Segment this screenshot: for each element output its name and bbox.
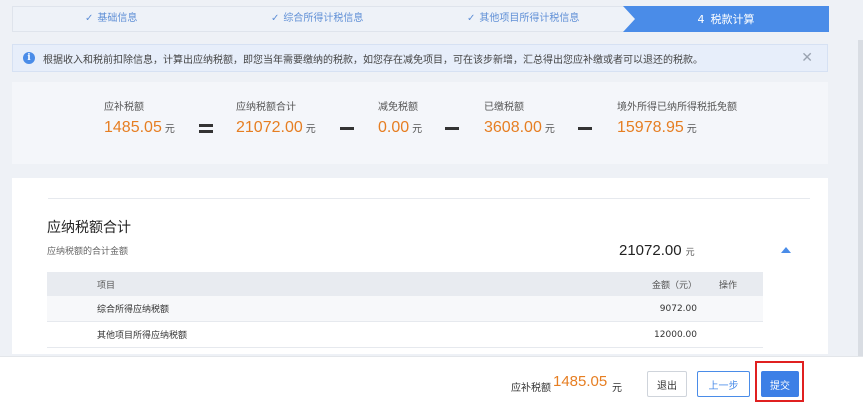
section-title: 应纳税额合计 xyxy=(47,220,131,236)
step-label: 基础信息 xyxy=(97,13,138,24)
check-icon: ✓ xyxy=(467,13,476,24)
summary-exemption: 减免税额 0.00 元 xyxy=(378,98,422,137)
header-operation: 操作 xyxy=(719,280,738,291)
summary-unit: 元 xyxy=(412,124,423,135)
check-icon: ✓ xyxy=(271,13,280,24)
step-comprehensive-income[interactable]: ✓ 综合所得计税信息 xyxy=(271,7,363,31)
table-row: 综合所得应纳税额 9072.00 xyxy=(47,296,763,322)
minus-sign xyxy=(445,127,459,130)
step-basic-info[interactable]: ✓ 基础信息 xyxy=(85,7,137,31)
summary-label: 应纳税额合计 xyxy=(236,102,296,113)
total-amount: 21072.00 xyxy=(619,242,682,259)
summary-value: 0.00 xyxy=(378,119,410,136)
footer-payable-amount: 1485.05 xyxy=(553,373,608,390)
minus-sign xyxy=(578,127,592,130)
summary-unit: 元 xyxy=(686,124,697,135)
tax-summary: 应补税额 1485.05 元 应纳税额合计 21072.00 元 减免税额 0.00… xyxy=(12,82,828,164)
summary-unit: 元 xyxy=(544,124,555,135)
row-name: 其他项目所得应纳税额 xyxy=(97,331,188,341)
divider xyxy=(48,198,810,199)
summary-value: 3608.00 xyxy=(484,119,542,136)
row-amount: 12000.00 xyxy=(654,329,697,340)
summary-unit: 元 xyxy=(164,124,175,135)
step-label: 税款计算 xyxy=(710,13,755,26)
tax-detail-table: 项目 金额（元） 操作 综合所得应纳税额 9072.00 其他项目所得应纳税额 … xyxy=(47,272,763,348)
step-label: 综合所得计税信息 xyxy=(283,13,364,24)
notice-text: 根据收入和税前扣除信息，计算出应纳税额，即您当年需要缴纳的税款，如您存在减免项目… xyxy=(43,54,703,66)
exit-button[interactable]: 退出 xyxy=(647,371,687,397)
section-total: 21072.00 元 xyxy=(619,242,695,259)
scrollbar[interactable] xyxy=(858,40,863,356)
summary-label: 应补税额 xyxy=(104,102,144,113)
summary-label: 已缴税额 xyxy=(484,102,524,113)
summary-label: 境外所得已纳所得税抵免额 xyxy=(617,102,737,113)
footer-bar: 应补税额 1485.05 元 退出 上一步 提交 xyxy=(0,356,863,408)
header-item: 项目 xyxy=(97,280,116,291)
close-icon[interactable]: ✕ xyxy=(801,50,813,66)
footer-payable-unit: 元 xyxy=(612,383,622,394)
summary-payable: 应补税额 1485.05 元 xyxy=(104,98,175,137)
summary-value: 15978.95 xyxy=(617,119,684,136)
summary-paid: 已缴税额 3608.00 元 xyxy=(484,98,555,137)
row-name: 综合所得应纳税额 xyxy=(97,305,170,315)
submit-highlight-box xyxy=(755,361,804,402)
row-amount: 9072.00 xyxy=(659,303,697,314)
table-header: 项目 金额（元） 操作 xyxy=(47,272,763,296)
step-other-income[interactable]: ✓ 其他项目所得计税信息 xyxy=(467,7,579,31)
tax-detail-card: 应纳税额合计 应纳税额的合计金额 21072.00 元 项目 金额（元） 操作 综… xyxy=(12,178,828,354)
total-unit: 元 xyxy=(685,248,695,258)
header-amount: 金额（元） xyxy=(651,280,697,291)
footer-payable-label: 应补税额 xyxy=(511,383,551,394)
equals-sign xyxy=(199,124,213,133)
section-subtitle: 应纳税额的合计金额 xyxy=(47,247,129,257)
step-tax-calculation[interactable]: 4 税款计算 xyxy=(623,6,829,32)
summary-foreign-credit: 境外所得已纳所得税抵免额 15978.95 元 xyxy=(617,98,737,137)
progress-stepper: ✓ 基础信息 ✓ 综合所得计税信息 ✓ 其他项目所得计税信息 4 税款计算 xyxy=(12,6,829,32)
check-icon: ✓ xyxy=(85,13,94,24)
notice-bar: i 根据收入和税前扣除信息，计算出应纳税额，即您当年需要缴纳的税款，如您存在减免… xyxy=(12,44,828,72)
summary-value: 21072.00 xyxy=(236,119,303,136)
step-number: 4 xyxy=(697,12,705,26)
previous-step-button[interactable]: 上一步 xyxy=(697,371,750,397)
summary-unit: 元 xyxy=(305,124,316,135)
table-row: 其他项目所得应纳税额 12000.00 xyxy=(47,322,763,348)
minus-sign xyxy=(340,127,354,130)
info-icon: i xyxy=(23,52,35,64)
chevron-up-icon[interactable] xyxy=(781,247,791,253)
summary-total-tax: 应纳税额合计 21072.00 元 xyxy=(236,98,316,137)
step-label: 其他项目所得计税信息 xyxy=(479,13,580,24)
summary-label: 减免税额 xyxy=(378,102,418,113)
summary-value: 1485.05 xyxy=(104,119,162,136)
